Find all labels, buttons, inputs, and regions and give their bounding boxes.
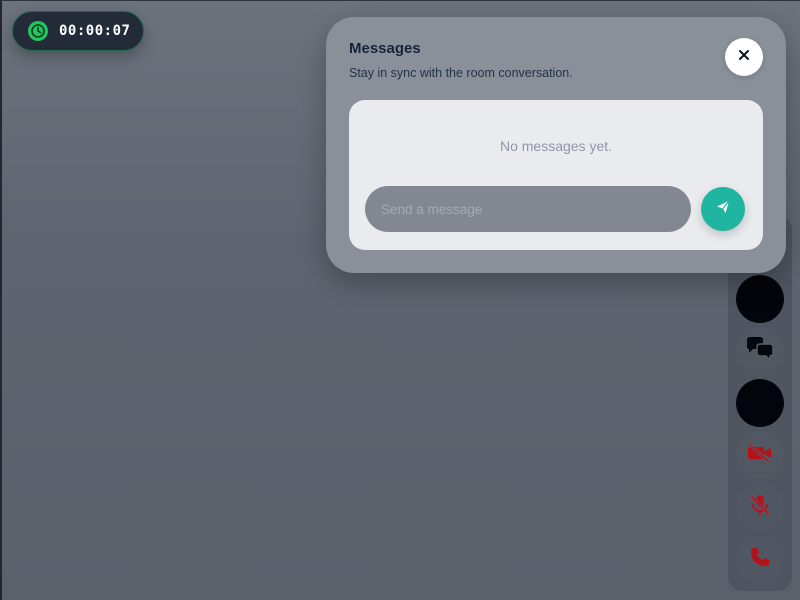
send-button[interactable] bbox=[701, 187, 745, 231]
close-icon bbox=[738, 48, 750, 66]
call-timer: 00:00:07 bbox=[12, 11, 144, 51]
mic-off-button[interactable] bbox=[736, 483, 784, 531]
close-button[interactable] bbox=[725, 38, 763, 76]
clock-icon bbox=[27, 20, 49, 42]
chat-bubbles-icon bbox=[745, 336, 775, 367]
end-call-button[interactable] bbox=[736, 535, 784, 583]
video-off-icon bbox=[747, 442, 773, 468]
send-icon bbox=[716, 200, 730, 219]
phone-icon bbox=[750, 547, 770, 572]
panel-title: Messages bbox=[349, 40, 421, 57]
chat-button[interactable] bbox=[736, 327, 784, 375]
mic-off-icon bbox=[748, 493, 772, 522]
empty-state-text: No messages yet. bbox=[499, 138, 613, 154]
message-input[interactable] bbox=[365, 186, 691, 232]
message-list-card: No messages yet. bbox=[349, 100, 763, 250]
control-dark-1[interactable] bbox=[736, 275, 784, 323]
panel-subtitle: Stay in sync with the room conversation. bbox=[349, 66, 573, 80]
timer-value: 00:00:07 bbox=[59, 23, 131, 39]
control-dark-2[interactable] bbox=[736, 379, 784, 427]
messages-panel: Messages Stay in sync with the room conv… bbox=[326, 17, 786, 273]
camera-off-button[interactable] bbox=[736, 431, 784, 479]
